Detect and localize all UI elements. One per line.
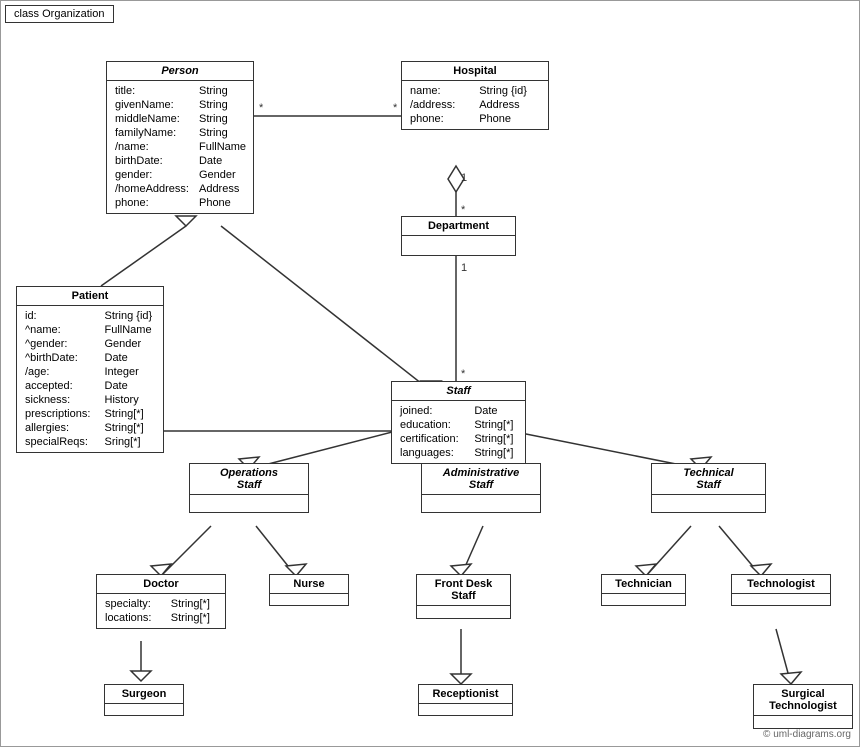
staff-body: joined:Date education:String[*] certific… (392, 401, 525, 463)
attr-row: /homeAddress:Address (113, 182, 248, 196)
attr-row: languages:String[*] (398, 446, 519, 460)
technician-class: Technician (601, 574, 686, 606)
department-class: Department (401, 216, 516, 256)
doctor-body: specialty:String[*] locations:String[*] (97, 594, 225, 628)
technologist-header: Technologist (732, 575, 830, 594)
department-header: Department (402, 217, 515, 236)
attr-row: accepted:Date (23, 379, 157, 393)
technical-staff-class: TechnicalStaff (651, 463, 766, 513)
attr-row: joined:Date (398, 404, 519, 418)
attr-row: phone:Phone (113, 196, 248, 210)
surgeon-header: Surgeon (105, 685, 183, 704)
attr-row: middleName:String (113, 112, 248, 126)
doctor-class: Doctor specialty:String[*] locations:Str… (96, 574, 226, 629)
svg-text:*: * (461, 368, 466, 380)
attr-row: id:String {id} (23, 309, 157, 323)
attr-row: specialty:String[*] (103, 597, 219, 611)
attr-row: phone:Phone (408, 112, 542, 126)
patient-class: Patient id:String {id} ^name:FullName ^g… (16, 286, 164, 453)
svg-text:*: * (393, 102, 398, 114)
staff-class: Staff joined:Date education:String[*] ce… (391, 381, 526, 464)
attr-row: familyName:String (113, 126, 248, 140)
attr-row: /age:Integer (23, 365, 157, 379)
svg-text:1: 1 (461, 262, 467, 274)
svg-text:1: 1 (461, 172, 467, 184)
attr-row: certification:String[*] (398, 432, 519, 446)
copyright: © uml-diagrams.org (763, 729, 851, 740)
administrative-staff-class: AdministrativeStaff (421, 463, 541, 513)
attr-row: name:String {id} (408, 84, 542, 98)
administrative-staff-header: AdministrativeStaff (422, 464, 540, 495)
front-desk-staff-class: Front DeskStaff (416, 574, 511, 619)
attr-row: locations:String[*] (103, 611, 219, 625)
attr-row: /name:FullName (113, 140, 248, 154)
attr-row: ^name:FullName (23, 323, 157, 337)
doctor-header: Doctor (97, 575, 225, 594)
svg-text:*: * (259, 102, 264, 114)
operations-staff-header: OperationsStaff (190, 464, 308, 495)
front-desk-staff-header: Front DeskStaff (417, 575, 510, 606)
hospital-header: Hospital (402, 62, 548, 81)
attr-row: birthDate:Date (113, 154, 248, 168)
attr-row: education:String[*] (398, 418, 519, 432)
attr-row: sickness:History (23, 393, 157, 407)
nurse-class: Nurse (269, 574, 349, 606)
attr-row: title:String (113, 84, 248, 98)
attr-row: /address:Address (408, 98, 542, 112)
uml-diagram: class Organization * * 1 * 1 * * * (0, 0, 860, 747)
person-body: title:String givenName:String middleName… (107, 81, 253, 213)
attr-row: specialReqs:Sring[*] (23, 435, 157, 449)
technical-staff-header: TechnicalStaff (652, 464, 765, 495)
technologist-class: Technologist (731, 574, 831, 606)
staff-header: Staff (392, 382, 525, 401)
attr-row: prescriptions:String[*] (23, 407, 157, 421)
attr-row: gender:Gender (113, 168, 248, 182)
person-class: Person title:String givenName:String mid… (106, 61, 254, 214)
attr-row: ^birthDate:Date (23, 351, 157, 365)
patient-header: Patient (17, 287, 163, 306)
patient-body: id:String {id} ^name:FullName ^gender:Ge… (17, 306, 163, 452)
receptionist-class: Receptionist (418, 684, 513, 716)
diagram-title: class Organization (5, 5, 114, 23)
person-header: Person (107, 62, 253, 81)
hospital-body: name:String {id} /address:Address phone:… (402, 81, 548, 129)
surgeon-class: Surgeon (104, 684, 184, 716)
nurse-header: Nurse (270, 575, 348, 594)
svg-text:*: * (461, 204, 466, 216)
attr-row: givenName:String (113, 98, 248, 112)
surgical-technologist-header: SurgicalTechnologist (754, 685, 852, 716)
operations-staff-class: OperationsStaff (189, 463, 309, 513)
receptionist-header: Receptionist (419, 685, 512, 704)
technician-header: Technician (602, 575, 685, 594)
attr-row: allergies:String[*] (23, 421, 157, 435)
surgical-technologist-class: SurgicalTechnologist (753, 684, 853, 729)
attr-row: ^gender:Gender (23, 337, 157, 351)
hospital-class: Hospital name:String {id} /address:Addre… (401, 61, 549, 130)
